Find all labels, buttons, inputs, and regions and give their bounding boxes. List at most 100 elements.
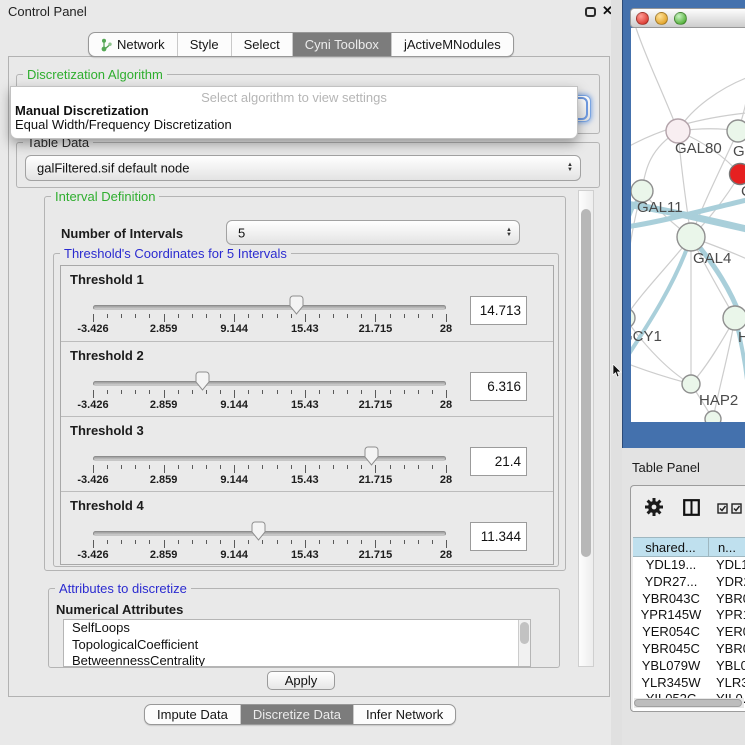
column-header[interactable]: shared... [633,538,709,556]
tick-label: 28 [440,323,452,335]
network-canvas[interactable]: GAL80GCGAL11GAL4GCY1HHAP2 [631,28,745,422]
table-row[interactable]: YDR27...YDR2... [633,574,745,591]
threshold-value-field[interactable]: 14.713 [470,296,527,325]
float-window-icon[interactable] [585,7,596,17]
scrollbar-thumb[interactable] [634,699,742,707]
table-data-combobox[interactable]: galFiltered.sif default node ▲▼ [25,155,581,181]
tick-label: 21.715 [359,399,393,411]
slider-track[interactable] [93,305,446,310]
table-row[interactable]: YBL079WYBL0... [633,658,745,675]
column-header[interactable]: n... [709,538,745,556]
table-row[interactable]: YBR045CYBR0... [633,641,745,658]
tick-label: 28 [440,549,452,561]
attribute-item-topologicalcoefficient[interactable]: TopologicalCoefficient [64,637,530,654]
threshold-row: Threshold 2-3.4262.8599.14415.4321.71528… [61,341,553,416]
network-node-gal4[interactable] [677,223,705,251]
tick-label: 2.859 [150,474,178,486]
tab-cyni-toolbox[interactable]: Cyni Toolbox [292,33,391,56]
tick-label: 15.43 [291,474,319,486]
tab-select[interactable]: Select [231,33,292,56]
close-traffic-light-icon[interactable] [636,12,649,25]
mouse-cursor [612,364,622,378]
table-row[interactable]: YBR043CYBR0... [633,591,745,608]
tab-label: Infer Network [366,707,443,722]
table-row[interactable]: YER054CYER0... [633,624,745,641]
slider-track[interactable] [93,456,446,461]
table-cell: YBR0... [709,641,745,658]
network-node-hap2[interactable] [682,375,700,393]
tick-label: 15.43 [291,323,319,335]
threshold-value-field[interactable]: 6.316 [470,372,527,401]
checkbox-checked-icon[interactable] [717,503,728,514]
main-scrollbar[interactable] [578,190,594,667]
tick-label: 2.859 [150,399,178,411]
threshold-value-field[interactable]: 11.344 [470,522,527,551]
node-table[interactable]: shared...n... YDL19...YDL1...YDR27...YDR… [633,537,745,711]
group-title: Interval Definition [51,189,159,204]
tick-label: 9.144 [220,549,248,561]
network-node-gcy1[interactable] [631,308,635,328]
slider-ticks [93,540,446,549]
attribute-item-betweennesscentrality[interactable]: BetweennessCentrality [64,653,530,667]
slider-handle[interactable] [195,371,210,391]
network-window-titlebar[interactable] [630,8,745,28]
slider-track[interactable] [93,381,446,386]
scrollbar-thumb[interactable] [520,622,529,644]
table-cell: YDR2... [709,574,745,591]
tick-label: 28 [440,474,452,486]
tab-label: Cyni Toolbox [305,37,379,52]
group-title: Attributes to discretize [55,581,191,596]
tick-label: 21.715 [359,323,393,335]
gear-icon[interactable] [644,497,664,517]
minimize-traffic-light-icon[interactable] [655,12,668,25]
tab-style[interactable]: Style [177,33,231,56]
slider-track[interactable] [93,531,446,536]
apply-button[interactable]: Apply [267,671,335,690]
checkbox-checked-icon[interactable] [731,503,742,514]
slider-handle[interactable] [289,295,304,315]
tab-discretize-data[interactable]: Discretize Data [240,705,353,724]
split-columns-icon[interactable] [683,499,700,516]
network-node-c[interactable] [730,164,745,185]
attributes-scrollbar[interactable] [518,620,530,666]
tab-network[interactable]: Network [89,33,177,56]
threshold-slider[interactable]: -3.4262.8599.14415.4321.71528 [93,266,446,341]
threshold-slider[interactable]: -3.4262.8599.14415.4321.71528 [93,417,446,492]
threshold-value-field[interactable]: 21.4 [470,447,527,476]
network-node[interactable] [705,411,721,422]
table-horizontal-scrollbar[interactable] [634,698,744,708]
algorithm-option-equal-width-frequency-discretization[interactable]: Equal Width/Frequency Discretization [15,118,573,132]
table-data-group: Table Data galFiltered.sif default node … [16,142,600,188]
group-title: Threshold's Coordinates for 5 Intervals [60,246,291,261]
slider-handle[interactable] [251,521,266,541]
table-panel-window: shared...n... YDL19...YDL1...YDR27...YDR… [630,485,745,712]
tab-infer-network[interactable]: Infer Network [353,705,455,724]
tick-label: 21.715 [359,549,393,561]
tick-label: 21.715 [359,474,393,486]
table-row[interactable]: YLR345WYLR3... [633,675,745,692]
numerical-attributes-list[interactable]: SelfLoopsTopologicalCoefficientBetweenne… [63,619,531,667]
table-row[interactable]: YDL19...YDL1... [633,557,745,574]
zoom-traffic-light-icon[interactable] [674,12,687,25]
algorithm-option-manual-discretization[interactable]: Manual Discretization [15,104,573,118]
network-node-g[interactable] [727,120,745,142]
tab-impute-data[interactable]: Impute Data [145,705,240,724]
table-cell: YDR27... [633,574,709,591]
table-cell: YBR043C [633,591,709,608]
table-cell: YBL079W [633,658,709,675]
table-row[interactable]: YPR145WYPR1... [633,607,745,624]
tick-label: 9.144 [220,323,248,335]
table-cell: YPR1... [709,607,745,624]
threshold-slider[interactable]: -3.4262.8599.14415.4321.71528 [93,342,446,417]
stepper-icon: ▲▼ [567,163,573,173]
threshold-slider[interactable]: -3.4262.8599.14415.4321.71528 [93,492,446,567]
slider-handle[interactable] [364,446,379,466]
node-label: HAP2 [699,392,738,409]
threshold-row: Threshold 4-3.4262.8599.14415.4321.71528… [61,491,553,566]
tab-jactivemnodules[interactable]: jActiveMNodules [391,33,513,56]
attribute-item-selfloops[interactable]: SelfLoops [64,620,530,637]
tab-label: Discretize Data [253,707,341,722]
network-node-h[interactable] [723,306,745,330]
num-intervals-combobox[interactable]: 5 ▲▼ [226,220,520,245]
scrollbar-thumb[interactable] [581,209,591,557]
